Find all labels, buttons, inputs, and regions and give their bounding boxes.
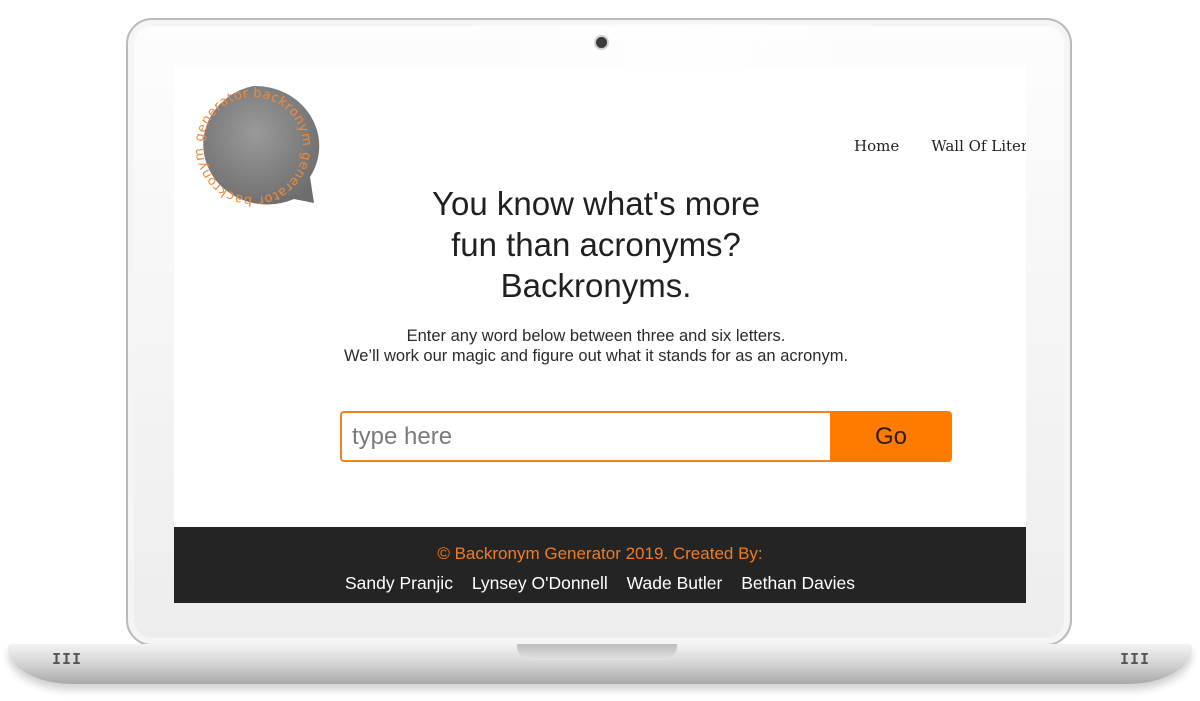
headline-line: fun than acronyms? — [451, 226, 741, 263]
main-nav: Home Wall Of Litera — [854, 137, 1026, 155]
site-footer: © Backronym Generator 2019. Created By: … — [174, 527, 1026, 603]
headline-line: Backronyms. — [500, 267, 692, 304]
author-name: Wade Butler — [626, 573, 723, 593]
copyright-text: © Backronym Generator 2019. Created By: — [437, 544, 763, 563]
authors-list: Sandy Pranjic Lynsey O'Donnell Wade Butl… — [174, 573, 1026, 594]
instructions-line: Enter any word below between three and s… — [406, 327, 786, 345]
webcam-icon — [596, 37, 607, 48]
laptop-notch — [517, 644, 677, 660]
author-name: Lynsey O'Donnell — [471, 573, 608, 593]
author-name: Bethan Davies — [741, 573, 856, 593]
nav-home[interactable]: Home — [854, 137, 899, 155]
instructions-text: Enter any word below between three and s… — [274, 326, 918, 366]
page-headline: You know what's more fun than acronyms? … — [396, 183, 796, 306]
browser-viewport: backronym generator backronym generator … — [174, 67, 1026, 603]
vent-left: III — [52, 650, 83, 668]
vent-right: III — [1120, 650, 1151, 668]
nav-wall-of-literature[interactable]: Wall Of Litera — [931, 137, 1026, 155]
word-input[interactable] — [340, 411, 831, 462]
author-name: Sandy Pranjic — [344, 573, 453, 593]
site-logo[interactable]: backronym generator backronym generator — [184, 81, 322, 208]
word-form: Go — [340, 411, 952, 462]
headline-line: You know what's more — [432, 185, 760, 222]
instructions-line: We’ll work our magic and figure out what… — [343, 347, 849, 365]
go-button[interactable]: Go — [830, 411, 952, 462]
speech-bubble-logo-icon: backronym generator backronym generator — [192, 86, 320, 208]
